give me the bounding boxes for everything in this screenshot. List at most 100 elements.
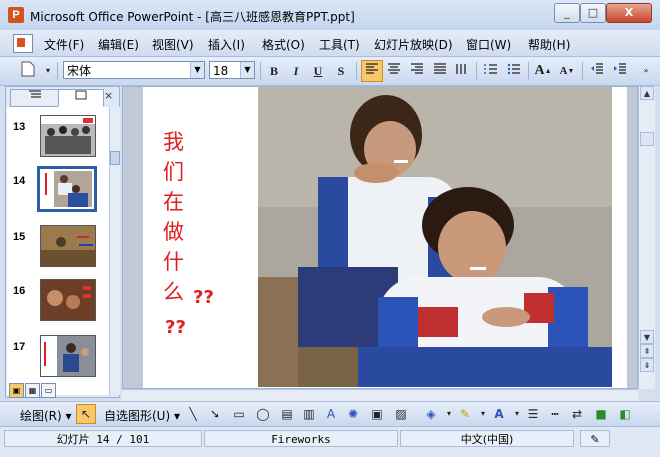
align-right-button[interactable] bbox=[407, 61, 427, 81]
menu-insert[interactable]: 插入(I) bbox=[208, 36, 245, 53]
slide-char: 么 bbox=[163, 280, 184, 304]
distribute-button[interactable] bbox=[452, 61, 472, 81]
numbered-list-icon bbox=[484, 64, 497, 74]
shrink-font-button[interactable]: A▼ bbox=[557, 61, 577, 81]
menu-file[interactable]: 文件(F) bbox=[44, 36, 84, 53]
line-tool-icon[interactable]: ╲ bbox=[184, 405, 202, 423]
slide-char: 我 bbox=[163, 130, 184, 154]
draw-menu-button[interactable]: 绘图(R) ▾ bbox=[20, 407, 72, 424]
title-bar: P Microsoft Office PowerPoint - [高三八班感恩教… bbox=[0, 0, 660, 31]
vertical-textbox-icon[interactable]: ▥ bbox=[300, 405, 318, 423]
align-left-button[interactable] bbox=[361, 60, 383, 82]
underline-button[interactable]: U bbox=[308, 61, 328, 81]
slide-thumbnail-17[interactable]: 17 bbox=[7, 331, 107, 379]
decrease-indent-icon bbox=[591, 63, 603, 74]
maximize-button[interactable]: □ bbox=[580, 3, 606, 23]
menu-help[interactable]: 帮助(H) bbox=[528, 36, 570, 53]
shadow-style-icon[interactable]: ■ bbox=[592, 405, 610, 423]
menu-slideshow[interactable]: 幻灯片放映(D) bbox=[374, 36, 453, 53]
formatting-toolbar: ▾ 宋体 ▼ 18 ▼ B I U S A▲ A▼ » bbox=[0, 57, 660, 86]
slide-scrollbar[interactable]: ▲ ▼ ⇞ ⇟ bbox=[638, 86, 655, 389]
slide-title-text[interactable]: 我 们 在 做 什 么 bbox=[163, 127, 197, 307]
shrink-font-label: A bbox=[559, 65, 568, 77]
slide-thumbnail-14[interactable]: 14 bbox=[7, 165, 107, 213]
slide-sorter-view-icon[interactable]: ▦ bbox=[25, 383, 40, 398]
insert-picture-icon[interactable]: ▨ bbox=[392, 405, 410, 423]
select-pointer-icon[interactable]: ↖ bbox=[76, 404, 96, 424]
slide-13-image bbox=[40, 115, 96, 157]
tab-outline[interactable] bbox=[10, 89, 60, 107]
panel-close-icon[interactable]: × bbox=[104, 89, 113, 102]
drawing-toolbar: 绘图(R) ▾ ↖ 自选图形(U) ▾ ╲ ➘ ▭ ◯ ▤ ▥ A ✺ ▣ ▨ … bbox=[0, 401, 660, 427]
clipart-icon[interactable]: ▣ bbox=[368, 405, 386, 423]
menu-view[interactable]: 视图(V) bbox=[152, 36, 194, 53]
chevron-down-icon[interactable]: ▼ bbox=[190, 62, 204, 78]
font-size-select[interactable]: 18 ▼ bbox=[209, 61, 255, 79]
numbering-button[interactable] bbox=[481, 61, 501, 81]
font-color-icon[interactable]: A bbox=[490, 405, 508, 423]
shadow-button[interactable]: S bbox=[331, 61, 351, 81]
slide-thumbnails: 13 14 15 16 17 bbox=[7, 107, 109, 395]
wordart-icon[interactable]: A bbox=[322, 405, 340, 423]
line-color-icon[interactable]: ✎ bbox=[456, 405, 474, 423]
scrollbar-thumb[interactable] bbox=[110, 151, 120, 165]
line-style-icon[interactable]: ☰ bbox=[524, 405, 542, 423]
distribute-columns-icon bbox=[456, 64, 466, 74]
chevron-down-icon[interactable]: ▼ bbox=[240, 62, 254, 78]
font-name-select[interactable]: 宋体 ▼ bbox=[63, 61, 205, 79]
align-center-icon bbox=[388, 63, 400, 74]
scrollbar-thumb[interactable] bbox=[640, 132, 654, 146]
tab-slides[interactable] bbox=[58, 89, 104, 107]
status-bar: 幻灯片 14 / 101 Fireworks 中文(中国) ✎ bbox=[0, 426, 660, 457]
slide-thumbnail-13[interactable]: 13 bbox=[7, 111, 107, 159]
arrow-tool-icon[interactable]: ➘ bbox=[206, 405, 224, 423]
toolbar-options-chevron-icon[interactable]: ▾ bbox=[38, 61, 58, 81]
menu-window[interactable]: 窗口(W) bbox=[466, 36, 511, 53]
thumbnails-scrollbar[interactable] bbox=[109, 107, 120, 395]
toolbar-separator bbox=[356, 62, 357, 80]
bold-button[interactable]: B bbox=[264, 61, 284, 81]
normal-view-icon[interactable]: ▣ bbox=[9, 383, 24, 398]
grow-font-button[interactable]: A▲ bbox=[533, 61, 553, 81]
toolbar-overflow-chevron-icon[interactable]: » bbox=[636, 61, 656, 81]
powerpoint-app-icon[interactable]: P bbox=[8, 7, 24, 23]
bulleted-list-icon bbox=[507, 63, 520, 75]
oval-tool-icon[interactable]: ◯ bbox=[254, 405, 272, 423]
textbox-tool-icon[interactable]: ▤ bbox=[278, 405, 296, 423]
justify-button[interactable] bbox=[430, 61, 450, 81]
slide-thumbnail-16[interactable]: 16 bbox=[7, 275, 107, 323]
scroll-up-icon[interactable]: ▲ bbox=[640, 86, 654, 100]
slide-number: 17 bbox=[13, 341, 26, 353]
scroll-down-icon[interactable]: ▼ bbox=[640, 330, 654, 344]
autoshapes-button[interactable]: 自选图形(U) ▾ bbox=[104, 407, 180, 424]
fill-color-icon[interactable]: ◈ bbox=[422, 405, 440, 423]
3d-style-icon[interactable]: ◧ bbox=[616, 405, 634, 423]
up-arrow-icon: ▲ bbox=[544, 67, 552, 75]
slideshow-view-icon[interactable]: ▭ bbox=[41, 383, 56, 398]
rectangle-tool-icon[interactable]: ▭ bbox=[230, 405, 248, 423]
bullets-button[interactable] bbox=[504, 61, 524, 81]
slide-photo[interactable] bbox=[258, 87, 612, 387]
previous-slide-icon[interactable]: ⇞ bbox=[640, 344, 654, 358]
menu-edit[interactable]: 编辑(E) bbox=[98, 36, 139, 53]
new-document-icon[interactable] bbox=[18, 61, 38, 81]
dash-style-icon[interactable]: ┅ bbox=[546, 405, 564, 423]
slide-thumbnail-15[interactable]: 15 bbox=[7, 221, 107, 269]
spelling-check-icon[interactable]: ✎ bbox=[580, 430, 610, 447]
current-slide[interactable]: 我 们 在 做 什 么 ?? ?? bbox=[143, 87, 627, 388]
arrow-style-icon[interactable]: ⇄ bbox=[568, 405, 586, 423]
next-slide-icon[interactable]: ⇟ bbox=[640, 358, 654, 372]
diagram-icon[interactable]: ✺ bbox=[344, 405, 362, 423]
align-center-button[interactable] bbox=[384, 61, 404, 81]
menu-format[interactable]: 格式(O) bbox=[262, 36, 305, 53]
menu-tools[interactable]: 工具(T) bbox=[319, 36, 360, 53]
decrease-indent-button[interactable] bbox=[587, 61, 607, 81]
minimize-button[interactable]: _ bbox=[554, 3, 580, 23]
increase-indent-button[interactable] bbox=[610, 61, 630, 81]
question-marks-line-2: ?? bbox=[165, 317, 186, 338]
question-marks-line-1: ?? bbox=[193, 287, 214, 308]
document-menu-icon[interactable] bbox=[13, 34, 33, 53]
close-button[interactable]: X bbox=[606, 3, 652, 23]
draw-menu-label: 绘图(R) bbox=[20, 409, 62, 423]
italic-button[interactable]: I bbox=[286, 61, 306, 81]
